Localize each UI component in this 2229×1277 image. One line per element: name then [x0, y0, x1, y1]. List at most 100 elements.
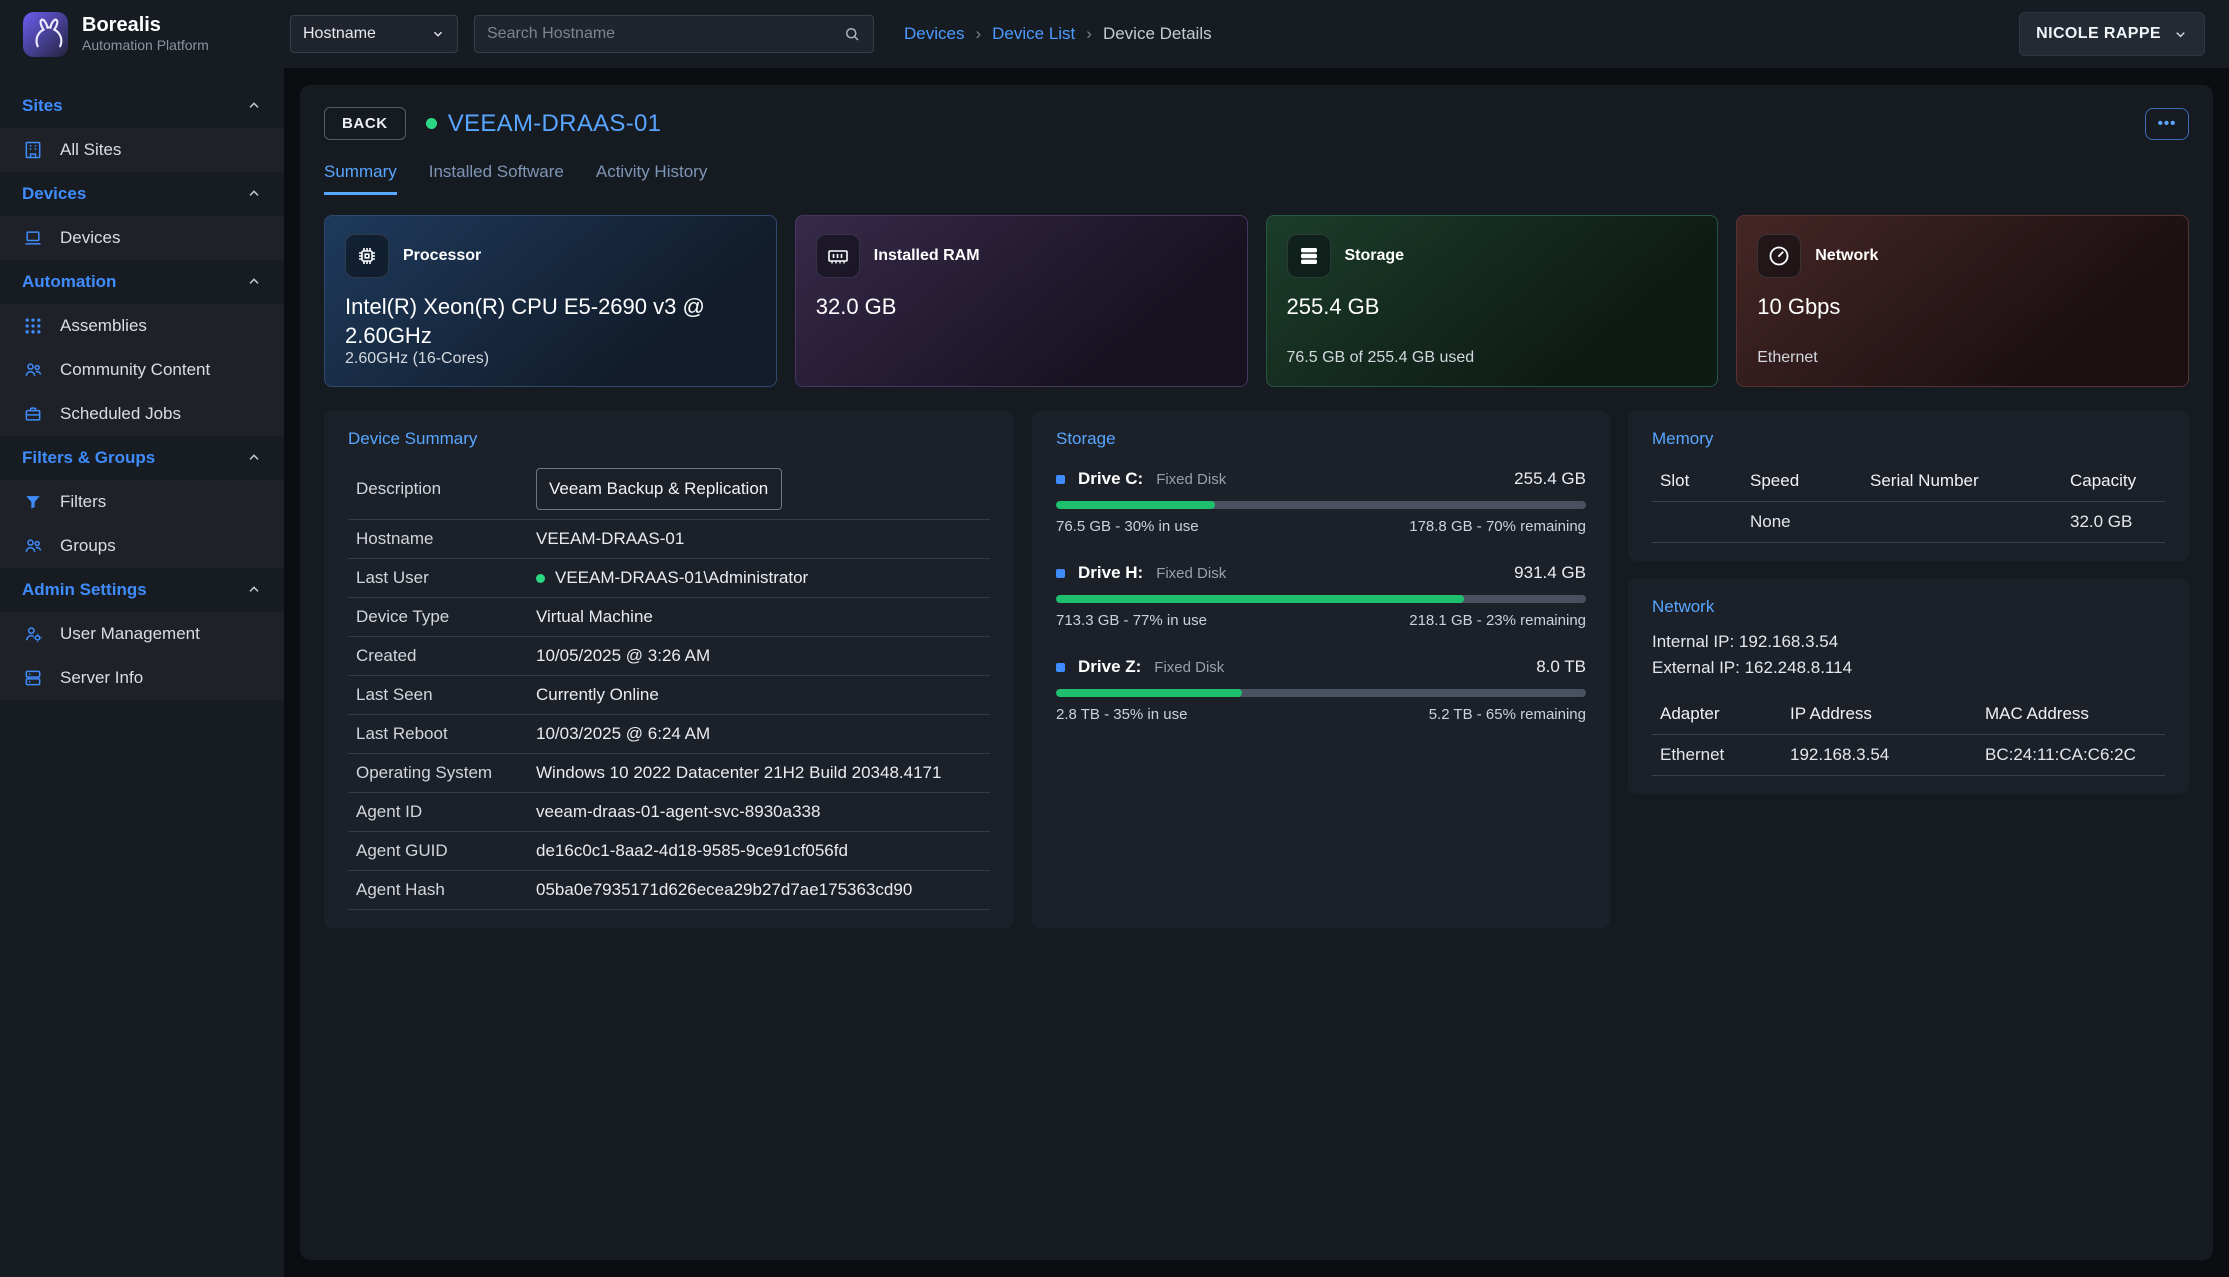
- drive-stats: 76.5 GB - 30% in use 178.8 GB - 70% rema…: [1056, 518, 1586, 535]
- main-content: BACK VEEAM-DRAAS-01 ••• Summary Installe…: [284, 68, 2229, 1277]
- chevron-up-icon: [246, 98, 262, 114]
- search-icon[interactable]: [843, 25, 861, 43]
- summary-row-label: Agent ID: [356, 802, 536, 822]
- sidebar-item-devices[interactable]: Devices: [0, 216, 284, 260]
- sidebar-item-scheduled-jobs[interactable]: Scheduled Jobs: [0, 392, 284, 436]
- user-menu-label: NICOLE RAPPE: [2036, 25, 2161, 43]
- sidebar-item-label: Filters: [60, 492, 106, 512]
- stat-card-storage: Storage 255.4 GB 76.5 GB of 255.4 GB use…: [1266, 215, 1719, 387]
- stat-card-label: Network: [1815, 247, 1878, 265]
- sidebar-item-server-info[interactable]: Server Info: [0, 656, 284, 700]
- more-actions-button[interactable]: •••: [2145, 108, 2189, 140]
- breadcrumb-device-list[interactable]: Device List: [992, 24, 1075, 44]
- stat-card-installed-ram: Installed RAM 32.0 GB: [795, 215, 1248, 387]
- drive-name: Drive Z:: [1078, 657, 1141, 677]
- network-icon-badge: [1757, 234, 1801, 278]
- stat-card-footer: 76.5 GB of 255.4 GB used: [1287, 349, 1698, 368]
- panel-title: Network: [1652, 597, 2165, 617]
- drive-type: Fixed Disk: [1156, 471, 1226, 488]
- search-input[interactable]: [487, 25, 843, 43]
- summary-row-value: VEEAM-DRAAS-01: [536, 529, 684, 549]
- drive-type: Fixed Disk: [1156, 565, 1226, 582]
- drive-usage-fill: [1056, 501, 1215, 509]
- brand-subtitle: Automation Platform: [82, 37, 209, 53]
- drive-stats: 713.3 GB - 77% in use 218.1 GB - 23% rem…: [1056, 612, 1586, 629]
- sidebar-item-groups[interactable]: Groups: [0, 524, 284, 568]
- adapter-value: Ethernet: [1660, 745, 1790, 765]
- drive-row-c: Drive C: Fixed Disk 255.4 GB 76.5 GB - 3…: [1056, 469, 1586, 535]
- sidebar-section-devices[interactable]: Devices: [0, 172, 284, 216]
- tab-installed-software[interactable]: Installed Software: [429, 162, 564, 195]
- assemblies-grid-icon: [23, 316, 43, 336]
- device-tabs: Summary Installed Software Activity Hist…: [324, 162, 2189, 195]
- device-online-status-dot: [426, 118, 437, 129]
- scheduled-jobs-briefcase-icon: [23, 404, 43, 424]
- breadcrumb-separator: ›: [975, 24, 981, 44]
- drive-header: Drive C: Fixed Disk 255.4 GB: [1056, 469, 1586, 489]
- back-button[interactable]: BACK: [324, 107, 406, 140]
- breadcrumb-separator: ›: [1086, 24, 1092, 44]
- chevron-down-icon: [2173, 27, 2188, 42]
- sidebar-section-label: Filters & Groups: [22, 448, 155, 468]
- summary-row-label: Description: [356, 479, 536, 499]
- drive-type: Fixed Disk: [1154, 659, 1224, 676]
- drive-usage-bar: [1056, 595, 1586, 603]
- drive-used-text: 76.5 GB - 30% in use: [1056, 518, 1199, 535]
- external-ip: External IP: 162.248.8.114: [1652, 655, 2165, 681]
- tab-summary[interactable]: Summary: [324, 162, 397, 195]
- search-box: [474, 15, 874, 53]
- sidebar-item-filters[interactable]: Filters: [0, 480, 284, 524]
- stat-card-network: Network 10 Gbps Ethernet: [1736, 215, 2189, 387]
- summary-row-device-type: Device Type Virtual Machine: [348, 598, 990, 637]
- summary-row-agent-guid: Agent GUID de16c0c1-8aa2-4d18-9585-9ce91…: [348, 832, 990, 871]
- sidebar-section-label: Automation: [22, 272, 116, 292]
- summary-row-label: Last Seen: [356, 685, 536, 705]
- chevron-down-icon: [431, 27, 445, 41]
- sidebar-item-label: Groups: [60, 536, 116, 556]
- drive-bullet-icon: [1056, 569, 1065, 578]
- summary-row-value: Windows 10 2022 Datacenter 21H2 Build 20…: [536, 763, 941, 783]
- sidebar-item-assemblies[interactable]: Assemblies: [0, 304, 284, 348]
- drive-usage-bar: [1056, 501, 1586, 509]
- memory-table-header: Slot Speed Serial Number Capacity: [1652, 461, 2165, 502]
- drive-row-z: Drive Z: Fixed Disk 8.0 TB 2.8 TB - 35% …: [1056, 657, 1586, 723]
- borealis-logo-icon: [22, 11, 69, 58]
- summary-row-label: Operating System: [356, 763, 536, 783]
- device-name: VEEAM-DRAAS-01: [448, 110, 662, 138]
- server-info-icon: [23, 668, 43, 688]
- network-ips: Internal IP: 192.168.3.54 External IP: 1…: [1652, 629, 2165, 682]
- summary-row-label: Created: [356, 646, 536, 666]
- sidebar-item-user-management[interactable]: User Management: [0, 612, 284, 656]
- sites-building-icon: [23, 140, 43, 160]
- column-header-capacity: Capacity: [2070, 471, 2157, 491]
- sidebar: Sites All Sites Devices Devices Automati…: [0, 68, 284, 1277]
- summary-row-label: Agent Hash: [356, 880, 536, 900]
- summary-row-operating-system: Operating System Windows 10 2022 Datacen…: [348, 754, 990, 793]
- sidebar-section-automation[interactable]: Automation: [0, 260, 284, 304]
- breadcrumb-devices[interactable]: Devices: [904, 24, 964, 44]
- breadcrumb-device-details: Device Details: [1103, 24, 1212, 44]
- ip-address-value: 192.168.3.54: [1790, 745, 1985, 765]
- sidebar-section-admin-settings[interactable]: Admin Settings: [0, 568, 284, 612]
- search-field-dropdown[interactable]: Hostname: [290, 15, 458, 53]
- summary-row-value: 10/03/2025 @ 6:24 AM: [536, 724, 710, 744]
- tab-activity-history[interactable]: Activity History: [596, 162, 707, 195]
- detail-panels-row: Device Summary Description Hostname VEEA…: [324, 411, 2189, 928]
- description-input[interactable]: [536, 468, 782, 510]
- network-table-row: Ethernet 192.168.3.54 BC:24:11:CA:C6:2C: [1652, 735, 2165, 776]
- chevron-up-icon: [246, 582, 262, 598]
- brand: Borealis Automation Platform: [0, 11, 284, 58]
- sidebar-item-label: Scheduled Jobs: [60, 404, 181, 424]
- sidebar-item-label: All Sites: [60, 140, 121, 160]
- user-menu-button[interactable]: NICOLE RAPPE: [2019, 12, 2205, 56]
- drive-bullet-icon: [1056, 663, 1065, 672]
- stat-card-processor: Processor Intel(R) Xeon(R) CPU E5-2690 v…: [324, 215, 777, 387]
- stat-card-header: Installed RAM: [816, 234, 1227, 278]
- drive-usage-bar: [1056, 689, 1586, 697]
- sidebar-item-community-content[interactable]: Community Content: [0, 348, 284, 392]
- sidebar-section-sites[interactable]: Sites: [0, 84, 284, 128]
- sidebar-section-filters-groups[interactable]: Filters & Groups: [0, 436, 284, 480]
- drive-header: Drive Z: Fixed Disk 8.0 TB: [1056, 657, 1586, 677]
- sidebar-item-all-sites[interactable]: All Sites: [0, 128, 284, 172]
- drive-bullet-icon: [1056, 475, 1065, 484]
